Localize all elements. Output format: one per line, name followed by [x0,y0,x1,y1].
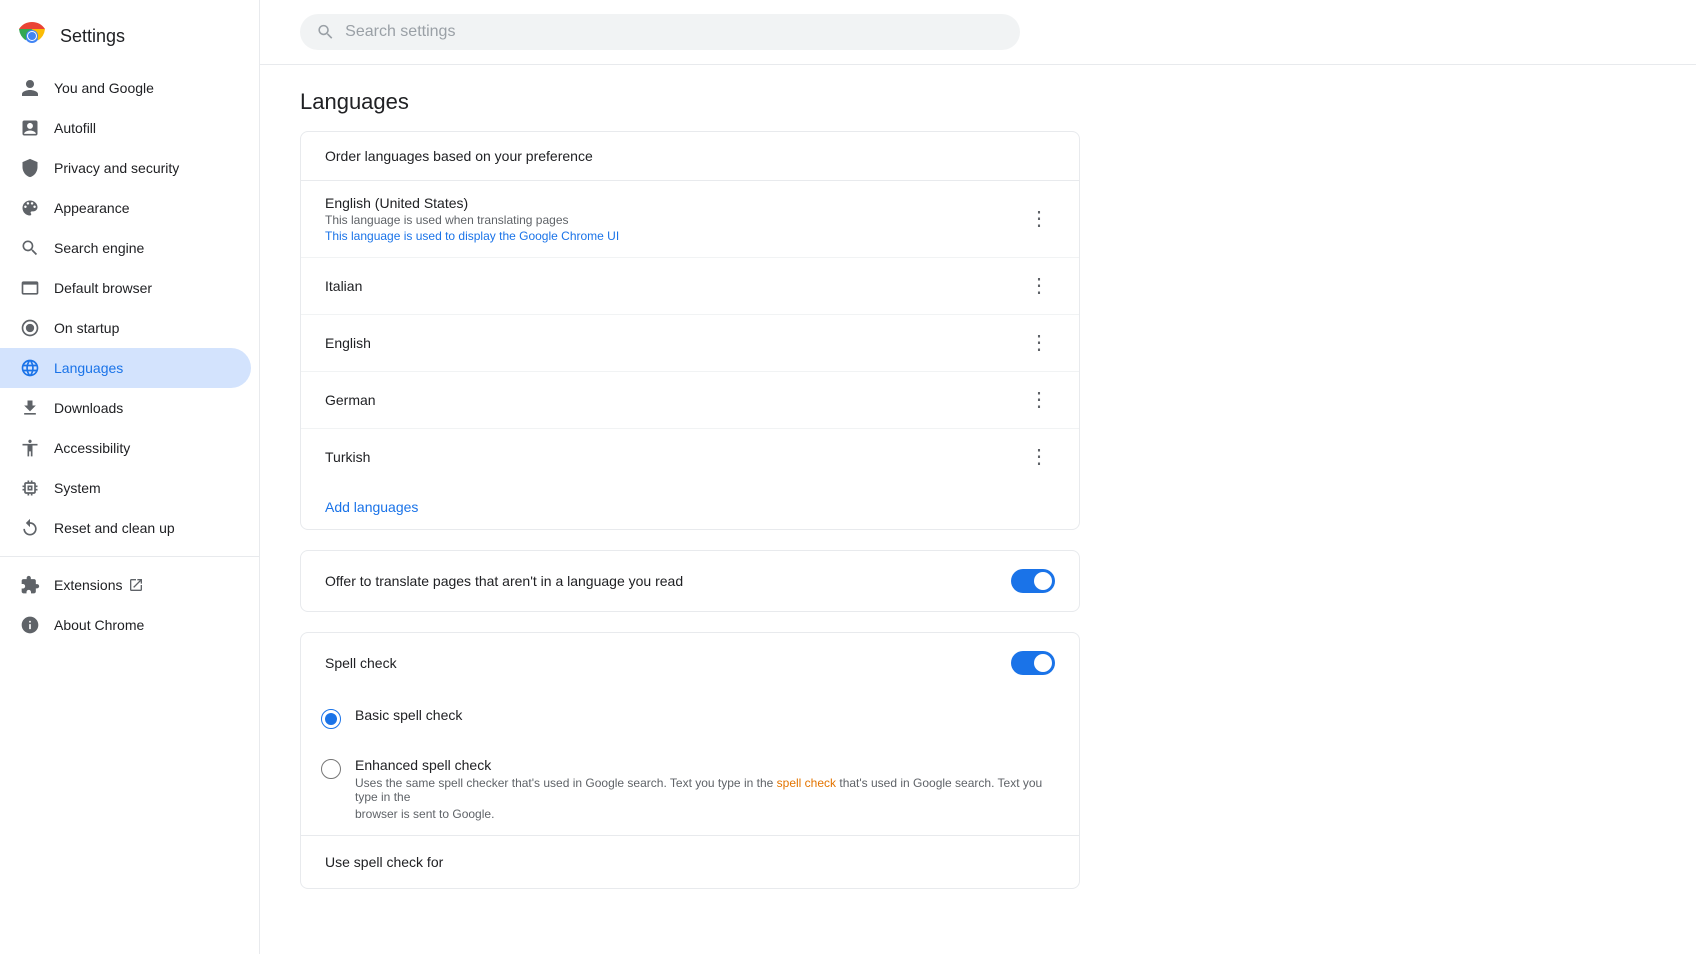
sidebar-item-search-engine[interactable]: Search engine [0,228,251,268]
spell-check-slider [1011,651,1055,675]
sidebar-item-on-startup[interactable]: On startup [0,308,251,348]
sidebar-item-system[interactable]: System [0,468,251,508]
sidebar-item-privacy-security[interactable]: Privacy and security [0,148,251,188]
basic-spell-check-label: Basic spell check [355,707,462,723]
enhanced-spell-check-row: Enhanced spell check Uses the same spell… [301,743,1079,835]
appearance-icon [20,198,40,218]
sidebar-item-label: Extensions [54,577,122,593]
basic-spell-check-row: Basic spell check [301,693,1079,743]
settings-content: Languages Order languages based on your … [260,65,1120,933]
page-title: Languages [300,89,1080,115]
languages-card-header: Order languages based on your preference [301,132,1079,181]
chrome-logo-icon [16,20,48,52]
sidebar-item-about-chrome[interactable]: About Chrome [0,605,251,645]
sidebar-item-label: Appearance [54,200,130,216]
lang-sub1: This language is used when translating p… [325,213,619,227]
sidebar-item-label: System [54,480,101,496]
sidebar-divider [0,556,259,557]
lang-more-menu-button[interactable]: ⋮ [1023,272,1055,300]
sidebar-item-downloads[interactable]: Downloads [0,388,251,428]
spell-check-title: Spell check [325,655,397,671]
sidebar-item-label: Autofill [54,120,96,136]
enhanced-spell-check-description: Uses the same spell checker that's used … [355,776,1059,804]
spell-check-toggle[interactable] [1011,651,1055,675]
download-icon [20,398,40,418]
info-icon [20,615,40,635]
sidebar-item-label: Downloads [54,400,123,416]
enhanced-spell-check-label: Enhanced spell check [355,757,1059,773]
extensions-label-row: Extensions [54,577,144,593]
sidebar-item-you-google[interactable]: You and Google [0,68,251,108]
add-languages-button[interactable]: Add languages [301,485,442,529]
translate-offer-card: Offer to translate pages that aren't in … [300,550,1080,612]
startup-icon [20,318,40,338]
accessibility-icon [20,438,40,458]
languages-card: Order languages based on your preference… [300,131,1080,530]
sidebar-item-extensions[interactable]: Extensions [0,565,251,605]
system-icon [20,478,40,498]
language-item-english: English ⋮ [301,315,1079,372]
language-item-english-us: English (United States) This language is… [301,181,1079,258]
lang-more-menu-button[interactable]: ⋮ [1023,329,1055,357]
language-item-italian: Italian ⋮ [301,258,1079,315]
sidebar-item-accessibility[interactable]: Accessibility [0,428,251,468]
spell-check-header: Spell check [301,633,1079,693]
sidebar-item-autofill[interactable]: Autofill [0,108,251,148]
main-content: Languages Order languages based on your … [260,0,1696,954]
sidebar-item-label: On startup [54,320,119,336]
search-bar-container [260,0,1696,65]
sidebar-item-label: Privacy and security [54,160,179,176]
basic-spell-check-radio[interactable] [321,709,341,729]
translate-offer-slider [1011,569,1055,593]
sidebar-header: Settings [0,8,259,68]
language-item-turkish: Turkish ⋮ [301,429,1079,485]
translate-offer-toggle[interactable] [1011,569,1055,593]
language-item-german: German ⋮ [301,372,1079,429]
spell-check-card: Spell check Basic spell check Enhanced [300,632,1080,889]
sidebar-item-label: Default browser [54,280,152,296]
sidebar-item-default-browser[interactable]: Default browser [0,268,251,308]
enhanced-spell-check-radio[interactable] [321,759,341,779]
search-icon [20,238,40,258]
reset-icon [20,518,40,538]
sidebar-item-label: Accessibility [54,440,130,456]
sidebar-item-label: About Chrome [54,617,144,633]
person-icon [20,78,40,98]
sidebar-item-label: Search engine [54,240,144,256]
use-spell-check-for-row: Use spell check for [301,835,1079,888]
lang-more-menu-button[interactable]: ⋮ [1023,386,1055,414]
sidebar-item-label: Reset and clean up [54,520,175,536]
lang-name: German [325,392,376,408]
globe-icon [20,358,40,378]
sidebar-item-label: Languages [54,360,123,376]
app-title: Settings [60,26,125,47]
lang-more-menu-button[interactable]: ⋮ [1023,205,1055,233]
enhanced-spell-check-description2: browser is sent to Google. [355,807,1059,821]
search-bar-icon [316,22,335,42]
autofill-icon [20,118,40,138]
sidebar-item-reset-clean-up[interactable]: Reset and clean up [0,508,251,548]
sidebar: Settings You and Google Autofill Privacy… [0,0,260,954]
search-input[interactable] [345,23,1004,41]
shield-icon [20,158,40,178]
external-link-icon [128,577,144,593]
translate-offer-row: Offer to translate pages that aren't in … [301,551,1079,611]
lang-sub2-link: This language is used to display the Goo… [325,229,619,243]
lang-name: English (United States) [325,195,619,211]
translate-offer-label: Offer to translate pages that aren't in … [325,573,683,589]
extensions-icon [20,575,40,595]
lang-name: Italian [325,278,362,294]
sidebar-item-appearance[interactable]: Appearance [0,188,251,228]
search-bar [300,14,1020,50]
sidebar-item-languages[interactable]: Languages [0,348,251,388]
browser-icon [20,278,40,298]
lang-name: Turkish [325,449,370,465]
lang-more-menu-button[interactable]: ⋮ [1023,443,1055,471]
lang-name: English [325,335,371,351]
sidebar-item-label: You and Google [54,80,154,96]
